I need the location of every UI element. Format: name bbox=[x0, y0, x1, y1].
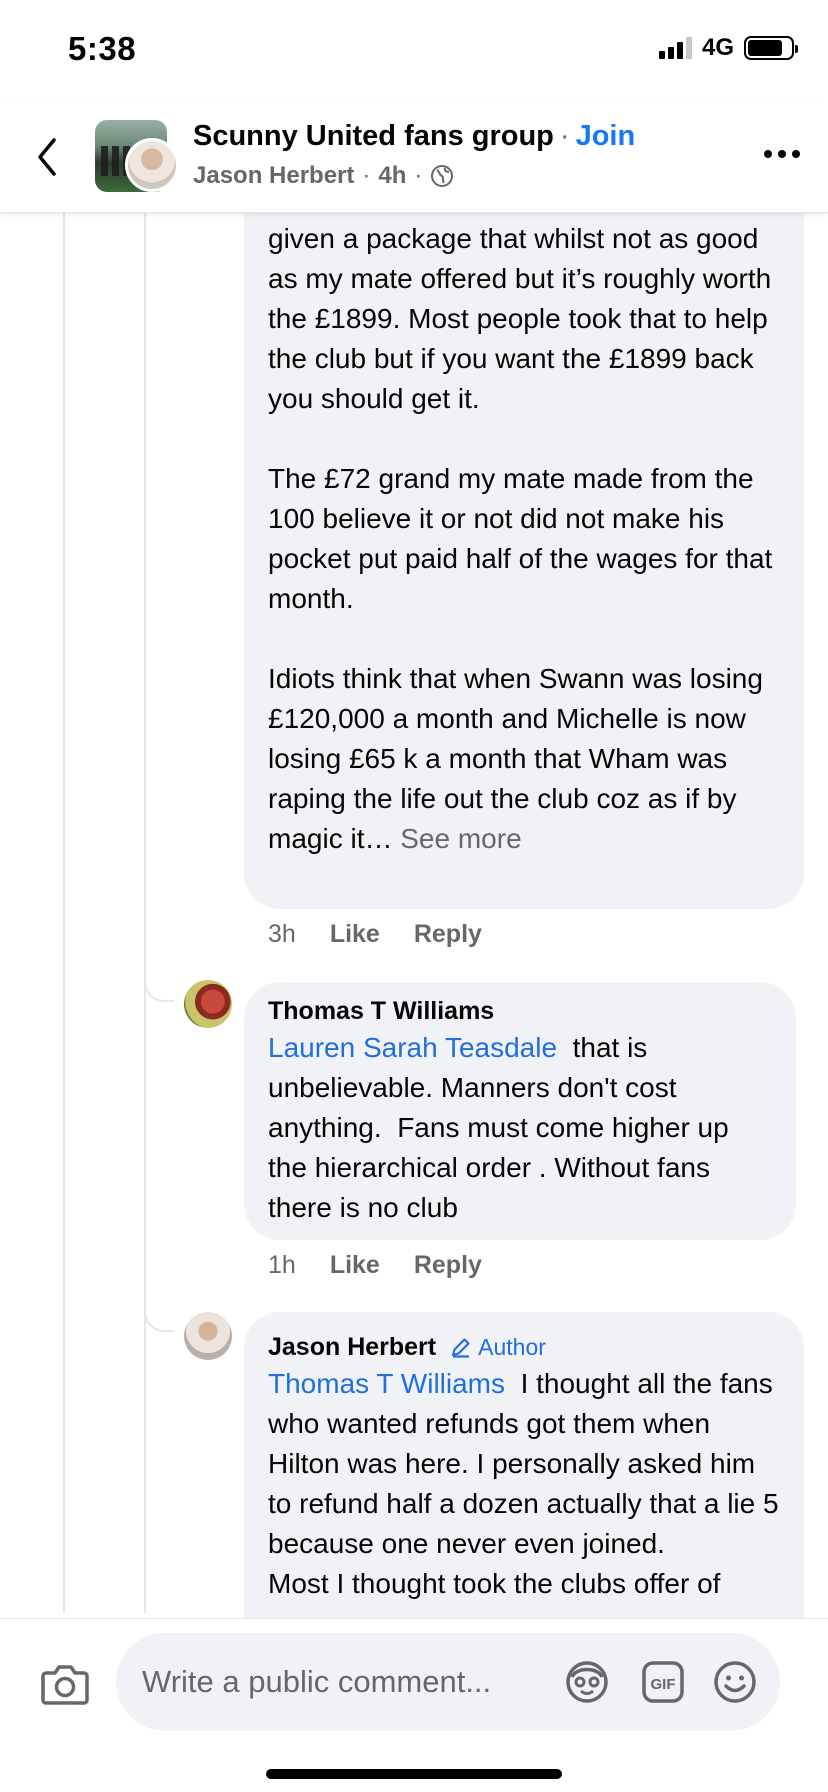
battery-icon bbox=[744, 36, 798, 60]
thread-connector bbox=[144, 1302, 174, 1332]
like-button[interactable]: Like bbox=[330, 920, 380, 949]
comment-paragraph: given a package that whilst not as good … bbox=[268, 223, 779, 414]
post-time: 4h bbox=[378, 162, 407, 189]
back-arrow-icon[interactable] bbox=[30, 134, 66, 180]
author-name[interactable]: Jason Herbert bbox=[268, 1330, 436, 1364]
comment-bubble: Thomas T Williams Lauren Sarah Teasdale … bbox=[244, 982, 796, 1240]
comment-input-pill[interactable]: GIF bbox=[116, 1633, 780, 1731]
post-meta: Jason Herbert · 4h · bbox=[193, 162, 454, 190]
author-badge: Author bbox=[450, 1330, 546, 1364]
home-indicator bbox=[266, 1769, 562, 1779]
post-header: Scunny United fans group · Join Jason Herb… bbox=[0, 100, 828, 213]
thread-connector bbox=[144, 972, 174, 1002]
comment-input[interactable] bbox=[142, 1633, 562, 1731]
see-more-link[interactable]: See more bbox=[400, 823, 521, 854]
camera-icon[interactable] bbox=[40, 1661, 90, 1707]
comment-text: Thomas T Williams I thought all the fans… bbox=[268, 1364, 780, 1564]
poster-avatar[interactable] bbox=[125, 138, 179, 192]
signal-icon bbox=[658, 37, 692, 59]
like-button[interactable]: Like bbox=[330, 1251, 380, 1280]
comment-text-continued: Most I thought took the clubs offer of bbox=[268, 1568, 721, 1599]
comment-paragraph: The £72 grand my mate made from the 100 … bbox=[268, 463, 781, 614]
comment-actions: 1h Like Reply bbox=[268, 1251, 482, 1280]
comment-time: 3h bbox=[268, 920, 296, 948]
meta-separator: · bbox=[414, 162, 423, 189]
reply-button[interactable]: Reply bbox=[414, 1251, 482, 1280]
comment-time: 1h bbox=[268, 1251, 296, 1279]
thread-line bbox=[144, 213, 146, 1613]
author-name[interactable]: Thomas T Williams bbox=[268, 994, 494, 1028]
title-separator: · bbox=[559, 120, 570, 152]
gif-icon[interactable]: GIF bbox=[640, 1659, 686, 1705]
comment-bubble: given a package that whilst not as good … bbox=[244, 213, 804, 909]
comment-author: Thomas T Williams bbox=[268, 994, 772, 1028]
status-indicators: 4G bbox=[658, 34, 798, 62]
more-options-icon[interactable] bbox=[764, 150, 800, 158]
thread-line bbox=[63, 213, 65, 1613]
status-time: 5:38 bbox=[68, 30, 137, 67]
commenter-avatar[interactable] bbox=[184, 1312, 232, 1360]
group-title: Scunny United fans group · Join bbox=[193, 120, 635, 153]
join-button[interactable]: Join bbox=[576, 120, 636, 152]
poster-name[interactable]: Jason Herbert bbox=[193, 162, 354, 190]
meta-separator: · bbox=[362, 162, 371, 189]
commenter-avatar[interactable] bbox=[184, 980, 232, 1028]
pencil-icon bbox=[452, 1338, 470, 1358]
comment-text: Lauren Sarah Teasdale that is unbelievab… bbox=[268, 1028, 772, 1228]
comment-bubble: Jason Herbert Author Thomas T Williams I… bbox=[244, 1312, 804, 1632]
avatar-sticker-icon[interactable] bbox=[564, 1659, 610, 1705]
group-name[interactable]: Scunny United fans group bbox=[193, 120, 554, 152]
comment-paragraph: Idiots think that when Swann was losing … bbox=[268, 659, 780, 859]
author-badge-label: Author bbox=[478, 1334, 546, 1360]
comment-actions: 3h Like Reply bbox=[268, 920, 482, 949]
network-label: 4G bbox=[701, 34, 734, 61]
status-bar: 5:38 4G bbox=[0, 0, 828, 100]
svg-text:GIF: GIF bbox=[651, 1676, 676, 1693]
comment-author: Jason Herbert Author bbox=[268, 1330, 780, 1364]
reply-button[interactable]: Reply bbox=[414, 920, 482, 949]
globe-icon bbox=[431, 165, 454, 187]
mention-link[interactable]: Lauren Sarah Teasdale bbox=[268, 1032, 557, 1063]
mention-link[interactable]: Thomas T Williams bbox=[268, 1368, 505, 1399]
comment-composer: GIF bbox=[0, 1618, 828, 1792]
emoji-icon[interactable] bbox=[712, 1659, 758, 1705]
